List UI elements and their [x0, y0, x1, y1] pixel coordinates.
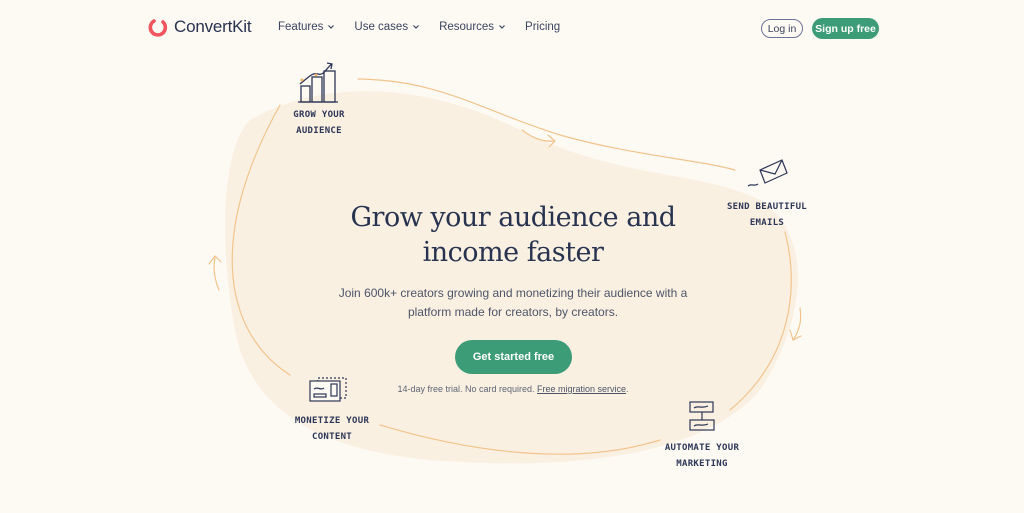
signup-button[interactable]: Sign up free	[812, 18, 879, 39]
trial-note-text: 14-day free trial. No card required.	[397, 384, 538, 394]
get-started-button[interactable]: Get started free	[455, 340, 572, 374]
hero-title: Grow your audience and income faster	[300, 200, 726, 270]
login-button[interactable]: Log in	[761, 19, 803, 38]
convertkit-logo-icon	[148, 19, 168, 37]
nav-item-features[interactable]: Features	[278, 21, 335, 33]
nav-item-label: Features	[278, 21, 324, 33]
free-migration-link[interactable]: Free migration service	[537, 384, 626, 394]
hero-title-line: income faster	[422, 237, 604, 268]
trial-note-end: .	[626, 384, 629, 394]
chevron-down-icon	[413, 25, 420, 29]
cycle-label-grow-audience: GROW YOUR AUDIENCE	[282, 107, 356, 139]
cycle-label-monetize-content: MONETIZE YOUR CONTENT	[288, 413, 376, 445]
cycle-label-line: MONETIZE YOUR	[294, 416, 370, 426]
arrow-up-icon	[208, 255, 222, 291]
nav-item-resources[interactable]: Resources	[439, 21, 506, 33]
cycle-label-line: AUTOMATE YOUR	[664, 443, 740, 453]
cycle-label-line: EMAILS	[749, 218, 785, 228]
cycle-label-send-emails: SEND BEAUTIFUL EMAILS	[720, 199, 814, 231]
nav-item-use-cases[interactable]: Use cases	[354, 21, 420, 33]
nav-item-pricing[interactable]: Pricing	[525, 21, 560, 33]
hero-blob	[225, 91, 798, 464]
cycle-label-line: GROW YOUR	[293, 110, 345, 120]
trial-note: 14-day free trial. No card required. Fre…	[360, 384, 666, 394]
cycle-label-line: AUDIENCE	[296, 126, 342, 136]
nav-item-label: Resources	[439, 21, 495, 33]
hero-title-line: Grow your audience and	[350, 202, 676, 233]
cycle-label-line: SEND BEAUTIFUL	[726, 202, 808, 212]
envelope-icon	[747, 159, 788, 187]
cycle-label-line: CONTENT	[311, 432, 353, 442]
brand-name: ConvertKit	[174, 17, 252, 36]
nav-item-label: Use cases	[354, 21, 409, 33]
chevron-down-icon	[499, 25, 505, 29]
main-menu: Features Use cases Resources Pricing	[278, 21, 560, 33]
convertkit-logo[interactable]: ConvertKit	[148, 17, 252, 37]
cycle-label-line: MARKETING	[676, 459, 728, 469]
top-navigation: ConvertKit Features Use cases Resources …	[0, 0, 1024, 56]
hero-subtitle: Join 600k+ creators growing and monetizi…	[338, 286, 688, 319]
cycle-label-automate-marketing: AUTOMATE YOUR MARKETING	[658, 440, 746, 472]
nav-item-label: Pricing	[525, 21, 561, 33]
chevron-down-icon	[328, 25, 335, 29]
